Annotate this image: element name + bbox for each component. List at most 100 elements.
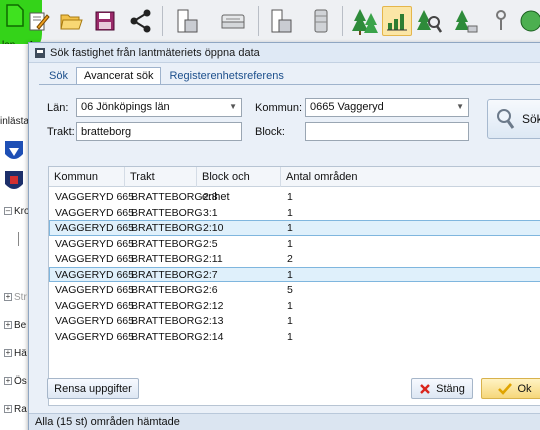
kommun-select[interactable]: 0665 Vaggeryd ▼	[305, 98, 469, 117]
forest-button[interactable]	[350, 6, 380, 36]
key-button[interactable]	[486, 6, 516, 36]
toolbar-separator	[162, 6, 163, 36]
chevron-down-icon: ▼	[456, 102, 464, 111]
table-row[interactable]: VAGGERYD 665 BRATTEBORG 2:8 1	[49, 189, 540, 205]
table-row[interactable]: VAGGERYD 665 BRATTEBORG 2:6 5	[49, 282, 540, 298]
cell-trakt: BRATTEBORG	[131, 268, 203, 281]
block-input[interactable]	[305, 122, 469, 141]
left-item-inlasta[interactable]: inlästa	[0, 116, 29, 127]
edit-button[interactable]	[24, 6, 54, 36]
left-item-label: Ös	[14, 376, 27, 387]
tree-search-button[interactable]	[414, 6, 444, 36]
cell-block: 3:1	[203, 206, 218, 219]
table-row[interactable]: VAGGERYD 665 BRATTEBORG 2:11 2	[49, 251, 540, 267]
table-row[interactable]: VAGGERYD 665 BRATTEBORG 2:7 1	[49, 266, 540, 282]
edit-icon	[29, 12, 50, 31]
table-row[interactable]: VAGGERYD 665 BRATTEBORG 2:5 1	[49, 236, 540, 252]
left-tree-node[interactable]: + Be	[4, 320, 26, 331]
left-item-label: Ra	[14, 404, 27, 415]
cell-trakt: BRATTEBORG	[131, 222, 203, 234]
cell-trakt: BRATTEBORG	[131, 206, 203, 219]
open-folder-icon	[60, 14, 83, 30]
tab-avancerat-sok[interactable]: Avancerat sök	[75, 67, 162, 85]
ok-button[interactable]: Ok	[481, 378, 540, 399]
tree-line	[18, 232, 19, 246]
grid-header: Kommun Trakt Block och enhet Antal områd…	[49, 167, 540, 203]
cell-block: 2:7	[203, 268, 218, 281]
forest-icon	[352, 9, 378, 35]
column-header-block[interactable]: Block och enhet	[197, 167, 281, 203]
column-header-kommun[interactable]: Kommun	[49, 167, 125, 187]
tab-registerenhetsreferens[interactable]: Registerenhetsreferens	[161, 67, 291, 85]
left-item-label: Be	[14, 320, 27, 331]
cell-trakt: BRATTEBORG	[131, 330, 203, 343]
kommun-select-value: 0665 Vaggeryd	[310, 101, 384, 113]
app-toolbar: lan A	[0, 0, 540, 56]
cell-antal: 1	[287, 299, 293, 312]
ok-button-label: Ok	[517, 382, 532, 395]
cell-antal: 1	[287, 191, 293, 203]
cell-block: 2:13	[203, 315, 224, 327]
cell-antal: 1	[287, 268, 293, 281]
cell-kommun: VAGGERYD 665	[55, 330, 134, 343]
tab-sok[interactable]: Sök	[41, 67, 76, 85]
status-bar: Alla (15 st) områden hämtade	[29, 413, 540, 430]
table-row[interactable]: VAGGERYD 665 BRATTEBORG 3:1 1	[49, 205, 540, 221]
cell-antal: 1	[287, 206, 293, 219]
search-button[interactable]: Sök	[487, 99, 540, 139]
left-item-label: Hä	[14, 348, 27, 359]
cell-block: 2:10	[203, 222, 224, 234]
left-tree-node[interactable]: – Kro	[4, 206, 29, 217]
dialog-title: Sök fastighet från lantmäteriets öppna d…	[50, 46, 260, 59]
cell-block: 2:12	[203, 299, 224, 312]
lan-select[interactable]: 06 Jönköpings län ▼	[76, 98, 242, 117]
cylinder-button[interactable]	[306, 6, 336, 36]
server-icon	[221, 14, 245, 29]
open-folder-button[interactable]	[56, 6, 86, 36]
cell-trakt: BRATTEBORG	[131, 237, 203, 250]
lan-select-value: 06 Jönköpings län	[81, 101, 170, 113]
globe-button[interactable]	[514, 6, 540, 36]
trakt-input[interactable]	[76, 122, 242, 141]
grid-rows: VAGGERYD 665 BRATTEBORG 2:8 1 VAGGERYD 665 BR…	[49, 189, 540, 344]
dialog-titlebar[interactable]: Sök fastighet från lantmäteriets öppna d…	[29, 43, 540, 63]
cell-block: 2:5	[203, 237, 218, 250]
cell-kommun: VAGGERYD 665	[55, 284, 134, 296]
close-button[interactable]: Stäng	[411, 378, 473, 399]
toolbar-separator	[258, 6, 259, 36]
database-save-button[interactable]	[172, 6, 202, 36]
dialog-app-icon	[35, 47, 45, 58]
share-button[interactable]	[126, 6, 156, 36]
cell-antal: 2	[287, 253, 293, 265]
save-button[interactable]	[90, 6, 120, 36]
column-header-antal[interactable]: Antal områden	[281, 167, 540, 187]
search-property-dialog: Sök fastighet från lantmäteriets öppna d…	[28, 42, 540, 430]
table-row[interactable]: VAGGERYD 665 BRATTEBORG 2:13 1	[49, 313, 540, 329]
left-tree-node[interactable]: + Str	[4, 292, 27, 303]
chart-button[interactable]	[382, 6, 412, 36]
database-icon	[271, 9, 292, 33]
left-tree-node[interactable]: + Ra	[4, 404, 27, 415]
cell-trakt: BRATTEBORG	[131, 284, 203, 296]
server-button[interactable]	[218, 6, 248, 36]
table-row[interactable]: VAGGERYD 665 BRATTEBORG 2:10 1	[49, 220, 540, 236]
table-row[interactable]: VAGGERYD 665 BRATTEBORG 2:12 1	[49, 298, 540, 314]
cell-kommun: VAGGERYD 665	[55, 315, 134, 327]
search-icon	[497, 109, 515, 129]
kommun-label: Kommun:	[255, 102, 303, 114]
left-tree-node[interactable]: + Hä	[4, 348, 27, 359]
database-button[interactable]	[266, 6, 296, 36]
globe-icon	[520, 10, 540, 32]
coat-of-arms-icon	[4, 170, 24, 197]
cell-kommun: VAGGERYD 665	[55, 299, 134, 312]
table-row[interactable]: VAGGERYD 665 BRATTEBORG 2:14 1	[49, 329, 540, 345]
checkmark-icon	[498, 382, 513, 395]
clear-button[interactable]: Rensa uppgifter	[47, 378, 139, 399]
cell-antal: 1	[287, 237, 293, 250]
cell-kommun: VAGGERYD 665	[55, 237, 134, 250]
column-header-trakt[interactable]: Trakt	[125, 167, 197, 187]
left-tree-node[interactable]: + Ös	[4, 376, 27, 387]
tree-add-button[interactable]	[450, 6, 480, 36]
save-icon	[95, 11, 115, 31]
results-grid: Kommun Trakt Block och enhet Antal områd…	[48, 166, 540, 406]
